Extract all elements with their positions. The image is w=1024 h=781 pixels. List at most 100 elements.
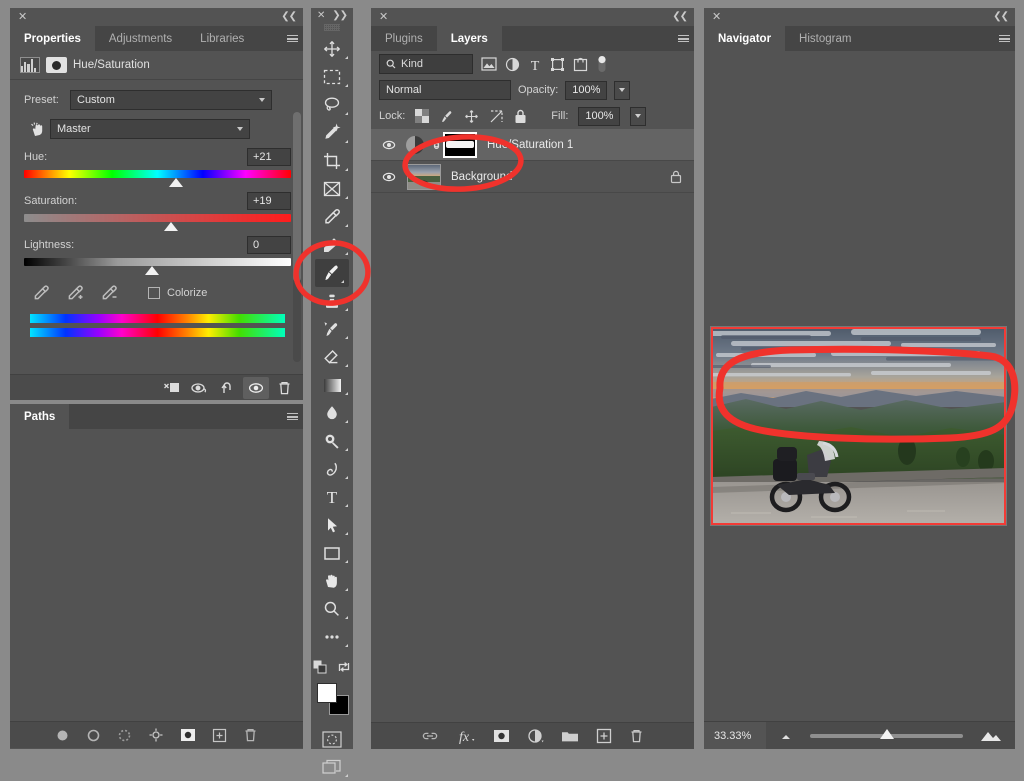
clip-to-layer-icon[interactable] [159,377,185,399]
new-layer-icon[interactable] [596,728,612,744]
layer-row-hue-saturation[interactable]: Hue/Saturation 1 [371,129,694,161]
navigator-thumbnail[interactable] [710,326,1007,526]
filter-kind-dropdown[interactable]: Kind [379,54,473,74]
new-group-icon[interactable] [561,729,579,743]
panel-menu-icon[interactable] [672,26,694,51]
tab-navigator[interactable]: Navigator [704,26,786,51]
add-layer-mask-icon[interactable] [493,729,510,743]
rectangle-tool[interactable] [311,539,353,567]
frame-tool[interactable] [311,175,353,203]
tab-adjustments[interactable]: Adjustments [94,26,187,51]
delete-layer-icon[interactable] [629,728,644,744]
eyedropper-add-icon[interactable] [66,284,84,302]
history-brush-tool[interactable] [311,315,353,343]
properties-scrollbar[interactable] [293,112,301,362]
zoom-out-mountain-icon[interactable] [778,730,794,741]
layer-visibility-icon[interactable] [377,171,401,183]
saturation-slider-thumb[interactable] [163,222,178,231]
filter-smart-object-icon[interactable] [573,57,588,72]
targeted-adjustment-icon[interactable] [24,121,50,138]
lasso-tool[interactable] [311,91,353,119]
mask-properties-icon[interactable] [46,57,67,73]
delete-path-icon[interactable] [243,727,258,743]
layer-row-background[interactable]: Background [371,161,694,193]
colorize-checkbox[interactable] [148,287,160,299]
lock-image-pixels-icon[interactable] [439,109,454,124]
lightness-value-input[interactable]: 0 [247,236,291,254]
opacity-stepper-icon[interactable] [614,80,631,100]
new-adjustment-layer-icon[interactable] [527,728,544,744]
zoom-in-mountain-icon[interactable] [979,729,1003,743]
filter-type-icon[interactable]: T [528,57,542,74]
filter-pixel-icon[interactable] [481,57,497,71]
toolbar-grip[interactable] [324,24,340,31]
tab-layers[interactable]: Layers [436,26,502,51]
foreground-color-swatch[interactable] [317,683,337,703]
blend-mode-dropdown[interactable]: Normal [379,80,511,100]
saturation-track[interactable] [24,214,291,231]
fill-path-icon[interactable] [55,728,70,743]
clone-stamp-tool[interactable] [311,287,353,315]
tab-properties[interactable]: Properties [10,26,95,51]
healing-brush-tool[interactable] [311,231,353,259]
collapse-icon[interactable]: ❮❮ [672,12,688,22]
tab-histogram[interactable]: Histogram [785,26,866,51]
move-tool[interactable] [311,35,353,63]
lightness-track[interactable] [24,258,291,275]
lightness-slider-thumb[interactable] [145,266,160,275]
link-layers-icon[interactable] [421,730,439,742]
swap-colors-icon[interactable] [337,660,351,674]
make-work-path-icon[interactable] [148,727,164,743]
load-selection-icon[interactable] [117,728,132,743]
collapse-icon[interactable]: ❮❮ [281,12,297,22]
colorize-control[interactable]: Colorize [148,287,207,299]
default-colors-icon[interactable] [313,660,327,674]
stroke-path-icon[interactable] [86,728,101,743]
fill-input[interactable]: 100% [578,106,621,126]
layer-lock-icon[interactable] [670,170,682,184]
blur-tool[interactable] [311,399,353,427]
view-previous-state-icon[interactable] [187,377,213,399]
type-tool[interactable]: T [311,483,353,511]
filter-adjustment-icon[interactable] [505,57,520,72]
dodge-tool[interactable] [311,427,353,455]
zoom-tool[interactable] [311,595,353,623]
lock-artboard-icon[interactable] [489,109,504,124]
zoom-slider[interactable] [810,728,963,739]
hue-value-input[interactable]: +21 [247,148,291,166]
expand-icon[interactable]: ❯❯ [332,11,348,21]
hue-slider-thumb[interactable] [169,178,184,187]
toggle-visibility-icon[interactable] [243,376,269,399]
gradient-tool[interactable] [311,371,353,399]
screen-mode-icon[interactable] [311,753,353,781]
zoom-level-input[interactable]: 33.33% [704,722,766,749]
adjustment-properties-icon[interactable] [20,57,40,73]
preset-dropdown[interactable]: Custom [70,90,272,110]
link-mask-icon[interactable] [429,137,443,153]
edit-toolbar-icon[interactable] [311,623,353,651]
tab-paths[interactable]: Paths [10,404,70,429]
collapse-icon[interactable]: ❮❮ [993,12,1009,22]
object-selection-tool[interactable] [311,119,353,147]
panel-menu-icon[interactable] [993,26,1015,51]
saturation-value-input[interactable]: +19 [247,192,291,210]
tab-libraries[interactable]: Libraries [186,26,259,51]
panel-menu-icon[interactable] [281,26,303,51]
layer-visibility-icon[interactable] [377,139,401,151]
layer-style-fx-icon[interactable]: fx [456,728,476,745]
paths-list[interactable] [10,429,303,721]
channel-dropdown[interactable]: Master [50,119,250,139]
delete-adjustment-icon[interactable] [271,377,297,399]
rectangular-marquee-tool[interactable] [311,63,353,91]
new-path-icon[interactable] [212,728,227,743]
crop-tool[interactable] [311,147,353,175]
filter-toggle-switch[interactable] [596,54,608,74]
eyedropper-tool[interactable] [311,203,353,231]
layer-mask-thumbnail[interactable] [443,131,477,158]
opacity-input[interactable]: 100% [565,80,608,100]
add-mask-icon[interactable] [180,728,196,742]
close-icon[interactable]: ✕ [317,11,325,21]
zoom-slider-thumb[interactable] [879,728,894,739]
fill-stepper-icon[interactable] [630,106,647,126]
close-icon[interactable]: ✕ [379,11,388,23]
